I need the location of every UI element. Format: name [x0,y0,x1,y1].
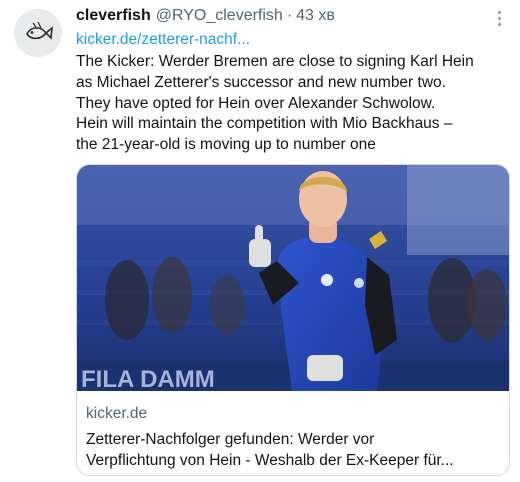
tweet-text-line: The Kicker: Werder Bremen are close to s… [76,53,474,70]
tweet-link[interactable]: kicker.de/zetterer-nachf... [76,31,250,49]
tweet-text-line: They have opted for Hein over Alexander … [76,94,436,112]
tweet-text-line: Hein will maintain the competition with … [76,115,453,133]
tweet-text: The Kicker: Werder Bremen are close to s… [76,52,512,156]
card-image[interactable]: FILA DAMM [77,165,509,391]
display-name[interactable]: cleverfish [76,7,151,25]
link-card[interactable]: FILA DAMM kicker.de Zetterer-Nachfolger … [76,164,510,476]
tweet-header: cleverfish @RYO_cleverfish · 43 хв [76,7,502,29]
tweet-text-line: as Michael Zetterer's successor and new … [76,73,446,91]
avatar[interactable] [14,9,62,57]
user-handle[interactable]: @RYO_cleverfish [156,7,283,25]
card-title[interactable]: Zetterer-Nachfolger gefunden: Werder vor… [86,429,506,471]
more-options-icon[interactable] [494,8,504,28]
card-title-line: Zetterer-Nachfolger gefunden: Werder vor [86,431,375,448]
svg-text:FILA DAMM: FILA DAMM [81,366,215,391]
tweet-text-line: the 21-year-old is moving up to number o… [76,136,376,154]
fish-avatar-icon [26,21,53,40]
card-domain[interactable]: kicker.de [86,405,147,423]
separator-dot: · [286,7,293,24]
timestamp[interactable]: 43 хв [296,7,335,25]
card-title-line: Verpflichtung von Hein - Weshalb der Ex-… [86,452,454,469]
